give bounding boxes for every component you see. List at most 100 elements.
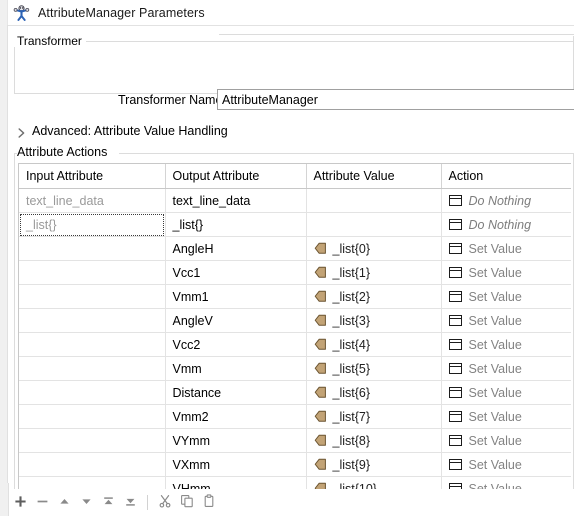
cell-action[interactable]: Set Value — [441, 356, 571, 381]
cell-output-attribute[interactable]: Vmm2 — [165, 404, 307, 429]
combobox-icon[interactable] — [448, 411, 462, 422]
table-row[interactable]: Vmm _list{5} Set Value — [19, 356, 571, 381]
combobox-icon[interactable] — [448, 219, 462, 230]
attribute-value-text: _list{2} — [332, 289, 371, 304]
cell-output-attribute[interactable]: Vcc1 — [165, 260, 307, 285]
toolbar-separator — [147, 495, 148, 510]
attribute-actions-table-container[interactable]: Input Attribute Output Attribute Attribu… — [18, 163, 571, 508]
table-row[interactable]: Vcc2 _list{4} Set Value — [19, 332, 571, 357]
cell-action[interactable]: Set Value — [441, 308, 571, 333]
cell-input-attribute[interactable] — [19, 308, 166, 333]
cell-attribute-value[interactable]: _list{6} — [306, 380, 442, 405]
table-row[interactable]: AngleH _list{0} Set Value — [19, 236, 571, 261]
cell-action[interactable]: Set Value — [441, 404, 571, 429]
cell-output-attribute[interactable]: Vmm1 — [165, 284, 307, 309]
cell-output-attribute[interactable]: Distance — [165, 380, 307, 405]
combobox-icon[interactable] — [448, 243, 462, 254]
attribute-tag-icon — [314, 242, 327, 255]
cell-attribute-value[interactable]: _list{1} — [306, 260, 442, 285]
attribute-value-text: _list{4} — [332, 337, 371, 352]
attribute-value-text: _list{1} — [332, 265, 371, 280]
column-header-attribute-value[interactable]: Attribute Value — [306, 164, 442, 189]
combobox-icon[interactable] — [448, 291, 462, 302]
copy-button[interactable] — [176, 492, 198, 514]
action-text: Set Value — [468, 361, 522, 376]
cell-input-attribute[interactable] — [19, 404, 166, 429]
cell-output-attribute[interactable]: VXmm — [165, 452, 307, 477]
cell-attribute-value[interactable]: _list{5} — [306, 356, 442, 381]
cell-input-attribute[interactable] — [19, 380, 166, 405]
action-text: Set Value — [468, 385, 522, 400]
cell-attribute-value[interactable]: _list{9} — [306, 452, 442, 477]
table-row[interactable]: Vmm2 _list{7} Set Value — [19, 404, 571, 429]
cell-input-attribute[interactable] — [19, 428, 166, 453]
cell-output-attribute[interactable]: Vcc2 — [165, 332, 307, 357]
table-row[interactable]: VYmm _list{8} Set Value — [19, 428, 571, 453]
cell-output-attribute[interactable]: VYmm — [165, 428, 307, 453]
combobox-icon[interactable] — [448, 267, 462, 278]
table-header-row: Input Attribute Output Attribute Attribu… — [19, 164, 571, 189]
combobox-icon[interactable] — [448, 387, 462, 398]
paste-button[interactable] — [198, 492, 220, 514]
cell-attribute-value[interactable]: _list{8} — [306, 428, 442, 453]
table-row[interactable]: AngleV _list{3} Set Value — [19, 308, 571, 333]
cell-attribute-value[interactable] — [306, 212, 442, 237]
cell-attribute-value[interactable]: _list{2} — [306, 284, 442, 309]
cell-action[interactable]: Set Value — [441, 332, 571, 357]
table-toolbar — [9, 489, 574, 516]
cell-input-attribute[interactable] — [19, 452, 166, 477]
cell-action[interactable]: Set Value — [441, 284, 571, 309]
table-row[interactable]: Vcc1 _list{1} Set Value — [19, 260, 571, 285]
cell-output-attribute[interactable]: Vmm — [165, 356, 307, 381]
move-down-button[interactable] — [75, 492, 97, 514]
cell-attribute-value[interactable]: _list{0} — [306, 236, 442, 261]
move-to-bottom-button[interactable] — [119, 492, 141, 514]
combobox-icon[interactable] — [448, 363, 462, 374]
cell-input-attribute[interactable]: text_line_data — [19, 188, 166, 213]
cell-action[interactable]: Do Nothing — [441, 212, 571, 237]
cut-button[interactable] — [154, 492, 176, 514]
combobox-icon[interactable] — [448, 339, 462, 350]
cell-input-attribute[interactable] — [19, 236, 166, 261]
table-row[interactable]: VXmm _list{9} Set Value — [19, 452, 571, 477]
combobox-icon[interactable] — [448, 315, 462, 326]
cell-attribute-value[interactable]: _list{3} — [306, 308, 442, 333]
cell-output-attribute[interactable]: AngleV — [165, 308, 307, 333]
transformer-name-input[interactable] — [217, 89, 574, 110]
add-row-button[interactable] — [9, 492, 31, 514]
cell-input-attribute[interactable] — [19, 284, 166, 309]
remove-row-button[interactable] — [31, 492, 53, 514]
column-header-action[interactable]: Action — [441, 164, 571, 189]
move-to-top-button[interactable] — [97, 492, 119, 514]
move-up-button[interactable] — [53, 492, 75, 514]
cell-input-attribute[interactable] — [19, 356, 166, 381]
minus-icon — [36, 495, 49, 511]
table-row[interactable]: text_line_data text_line_data Do Nothing — [19, 188, 571, 213]
cell-input-attribute[interactable] — [19, 332, 166, 357]
column-header-input-attribute[interactable]: Input Attribute — [19, 164, 166, 189]
cell-attribute-value[interactable] — [306, 188, 442, 213]
cell-action[interactable]: Set Value — [441, 428, 571, 453]
cell-action[interactable]: Do Nothing — [441, 188, 571, 213]
cell-action[interactable]: Set Value — [441, 236, 571, 261]
table-row[interactable]: Distance _list{6} Set Value — [19, 380, 571, 405]
advanced-section-label: Advanced: Attribute Value Handling — [32, 124, 233, 139]
combobox-icon[interactable] — [448, 195, 462, 206]
cell-action[interactable]: Set Value — [441, 380, 571, 405]
cell-action[interactable]: Set Value — [441, 452, 571, 477]
cell-input-attribute[interactable] — [19, 260, 166, 285]
cell-output-attribute[interactable]: _list{} — [165, 212, 307, 237]
cell-input-attribute[interactable]: _list{} — [19, 212, 166, 237]
cell-attribute-value[interactable]: _list{4} — [306, 332, 442, 357]
table-row[interactable]: _list{} _list{} Do Nothing — [19, 212, 571, 237]
advanced-section-toggle[interactable]: Advanced: Attribute Value Handling — [14, 124, 574, 142]
cell-action[interactable]: Set Value — [441, 260, 571, 285]
combobox-icon[interactable] — [448, 435, 462, 446]
cell-output-attribute[interactable]: AngleH — [165, 236, 307, 261]
chevron-right-icon[interactable] — [17, 127, 27, 139]
combobox-icon[interactable] — [448, 459, 462, 470]
column-header-output-attribute[interactable]: Output Attribute — [165, 164, 307, 189]
cell-attribute-value[interactable]: _list{7} — [306, 404, 442, 429]
table-row[interactable]: Vmm1 _list{2} Set Value — [19, 284, 571, 309]
cell-output-attribute[interactable]: text_line_data — [165, 188, 307, 213]
